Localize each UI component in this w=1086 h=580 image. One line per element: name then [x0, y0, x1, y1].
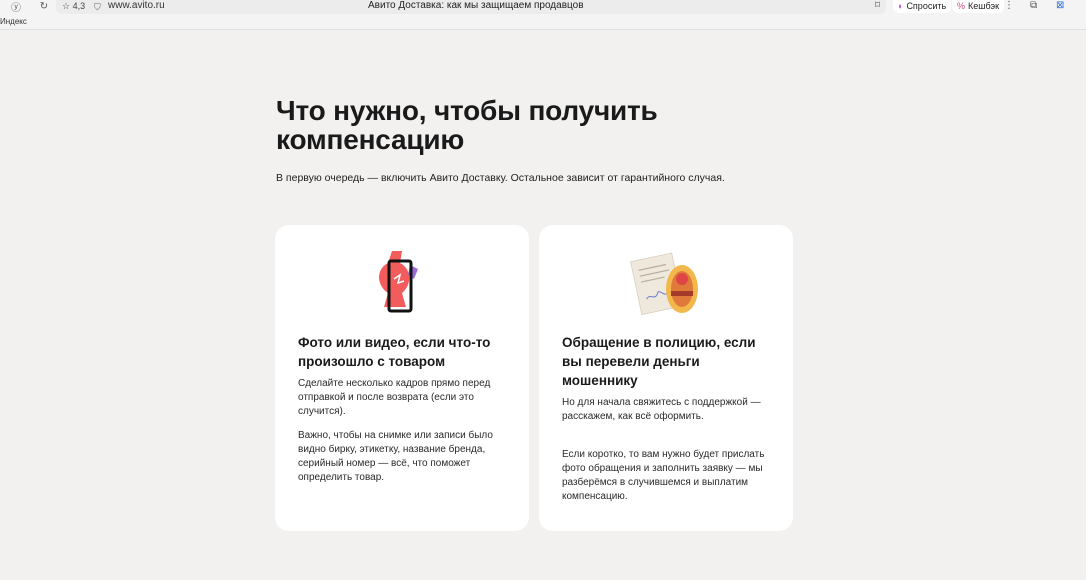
yandex-icon[interactable]: ⓨ — [10, 0, 22, 14]
ask-button[interactable]: ◐ Спросить — [893, 0, 952, 13]
ask-icon: ◐ — [898, 1, 904, 11]
page-lead: В первую очередь — включить Авито Достав… — [276, 172, 725, 184]
phone-vase-icon — [379, 251, 418, 313]
card-title: Обращение в полицию, если вы перевели де… — [562, 335, 756, 388]
card-paragraph: Сделайте несколько кадров прямо перед от… — [298, 378, 491, 417]
ask-label: Спросить — [906, 1, 947, 11]
bookmark-item[interactable]: Индекс — [0, 17, 27, 26]
rating-value: 4,3 — [72, 1, 86, 11]
cashback-button[interactable]: % Кешбэк — [952, 0, 1005, 13]
percent-icon: % — [957, 1, 966, 11]
menu-icon[interactable]: ⋮ — [1004, 0, 1014, 11]
reload-icon[interactable]: ↻ — [38, 0, 50, 12]
bookmarks-bar: Индекс — [0, 14, 1086, 30]
profile-icon[interactable]: ⊠ — [1056, 0, 1064, 11]
cashback-label: Кешбэк — [968, 1, 1000, 11]
card-photo-video: Фото или видео, если что-то произошло с … — [275, 225, 529, 531]
card-title: Фото или видео, если что-то произошло с … — [298, 335, 491, 369]
url-text[interactable]: www.avito.ru — [108, 0, 165, 12]
police-document-icon — [630, 252, 698, 316]
shield-icon[interactable]: ⛉ — [94, 1, 101, 13]
page-title: Что нужно, чтобы получить компенсацию — [276, 95, 658, 155]
card-paragraph: Важно, чтобы на снимке или записи было в… — [298, 430, 493, 483]
card-paragraph: Но для начала свяжитесь с поддержкой — р… — [562, 397, 761, 422]
extension-icon[interactable]: ⧉ — [1030, 0, 1037, 11]
browser-nav: ⓨ ↻ — [10, 0, 50, 14]
site-rating[interactable]: ☆ 4,3 — [62, 0, 85, 12]
card-paragraph: Если коротко, то вам нужно будет прислат… — [562, 449, 765, 502]
address-bar[interactable]: ☆ 4,3 ⛉ www.avito.ru Авито Доставка: как… — [56, 0, 886, 14]
browser-toolbar: ⓨ ↻ ☆ 4,3 ⛉ www.avito.ru Авито Доставка:… — [0, 0, 1086, 14]
card-police: Обращение в полицию, если вы перевели де… — [539, 225, 793, 531]
tab-title: Авито Доставка: как мы защищаем продавцо… — [368, 0, 584, 11]
bookmark-icon[interactable]: ⌑ — [875, 0, 880, 12]
